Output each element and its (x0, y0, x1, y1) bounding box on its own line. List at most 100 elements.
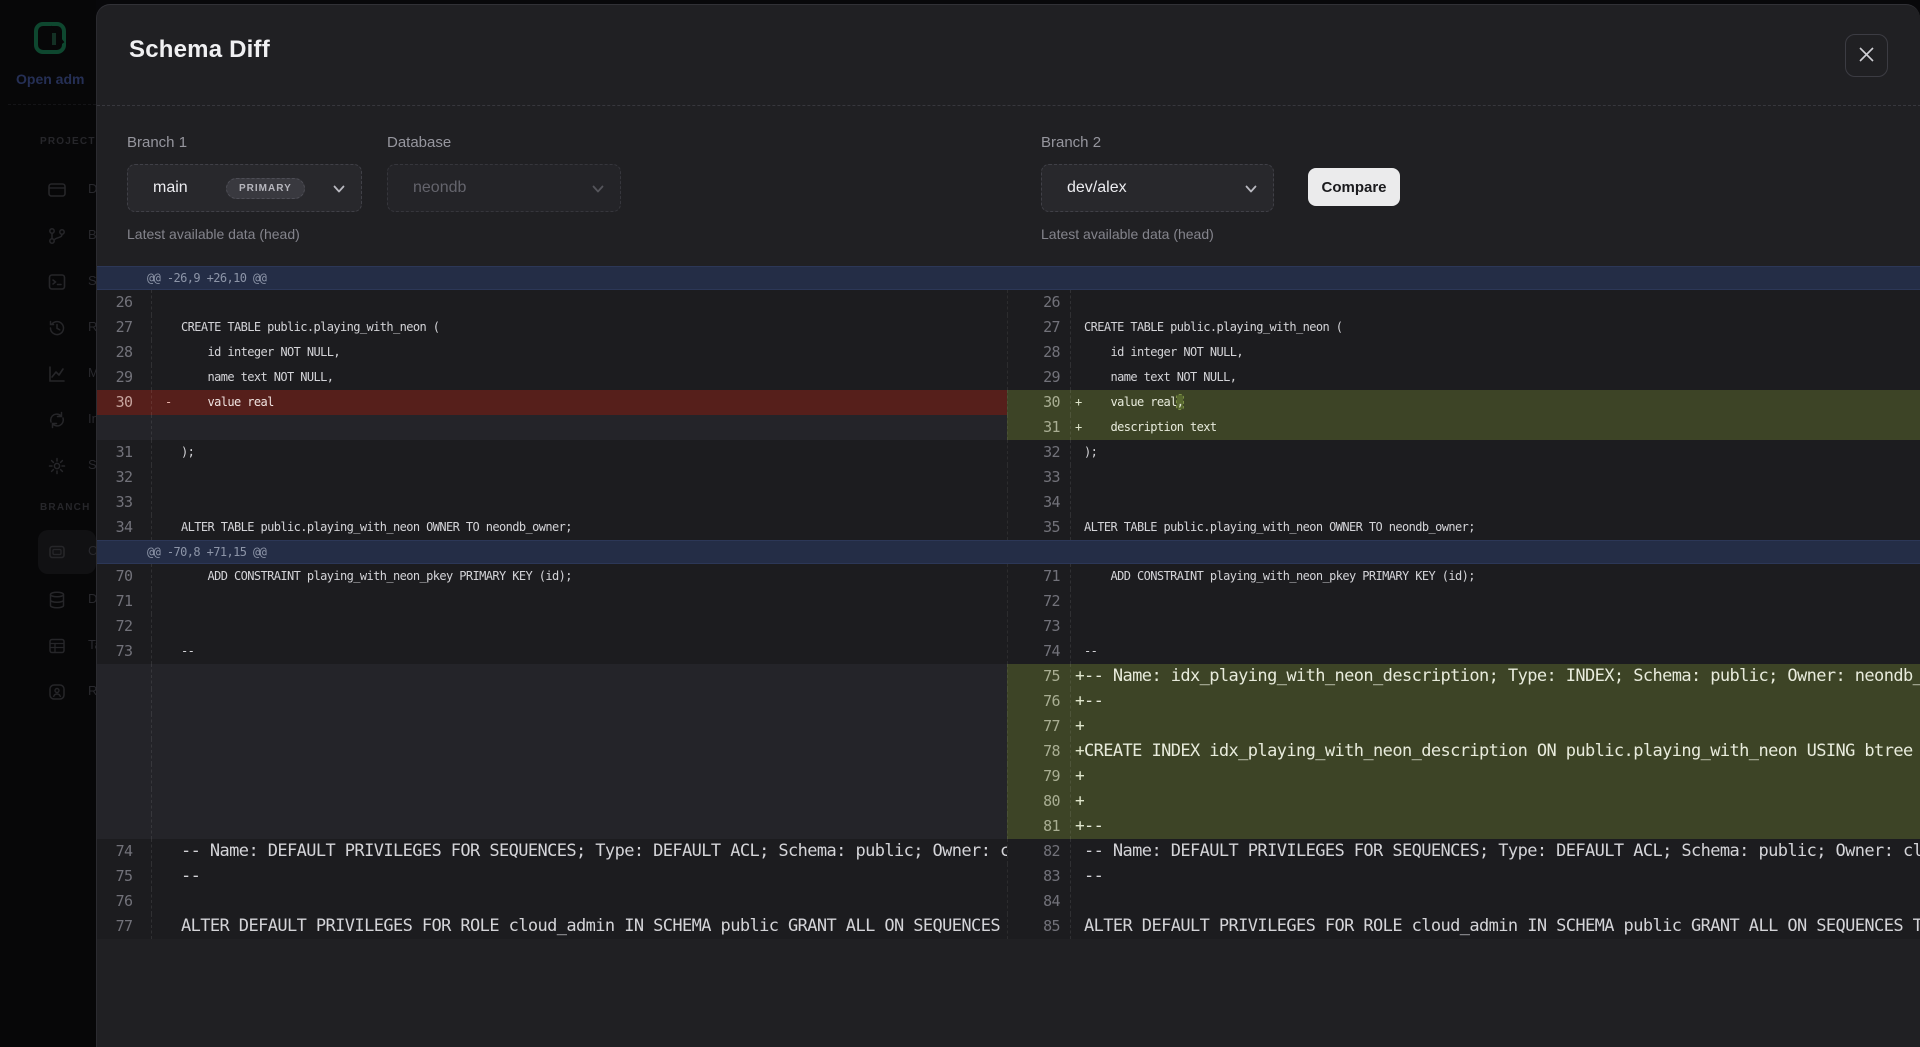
sidebar-item-sql-editor[interactable]: SQL Editor (0, 259, 96, 305)
line-number-cell (97, 739, 151, 764)
line-number-cell: 73 (1007, 614, 1070, 639)
sidebar-item-label: Tables (88, 637, 96, 652)
diff-row: 81+-- (97, 814, 1920, 839)
code-line: ALTER DEFAULT PRIVILEGES FOR ROLE cloud_… (1084, 914, 1920, 939)
line-number-cell: 32 (97, 465, 151, 490)
code-line: ADD CONSTRAINT playing_with_neon_pkey PR… (1084, 564, 1920, 589)
code-line (1084, 889, 1920, 914)
diff-marker (151, 415, 181, 440)
code-line: CREATE TABLE public.playing_with_neon ( (181, 315, 1007, 340)
line-number-cell: 73 (97, 639, 151, 664)
code-line: name text NOT NULL, (181, 365, 1007, 390)
code-line: ); (181, 440, 1007, 465)
line-number-cell (97, 689, 151, 714)
diff-row: 70 ADD CONSTRAINT playing_with_neon_pkey… (97, 564, 1920, 589)
branch2-label: Branch 2 (1041, 134, 1101, 151)
neon-logo[interactable] (34, 22, 66, 54)
sidebar-item-tables[interactable]: Tables (0, 623, 96, 669)
monitoring-icon (47, 364, 67, 384)
sidebar-item-branches[interactable]: Branches (0, 213, 96, 259)
diff-marker (151, 764, 181, 789)
diff-row: 31);32); (97, 440, 1920, 465)
schema-diff-viewer[interactable]: @@ -26,9 +26,10 @@262627CREATE TABLE pub… (97, 266, 1920, 939)
sidebar-item-dashboard[interactable]: Dashboard (0, 167, 96, 213)
line-number-cell: 30 (97, 390, 151, 415)
sidebar-item-monitoring[interactable]: Monitoring (0, 351, 96, 397)
code-line: id integer NOT NULL, (181, 340, 1007, 365)
line-number-cell (97, 789, 151, 814)
open-admin-link[interactable]: Open adm (16, 71, 84, 87)
hunk-header: @@ -70,8 +71,15 @@ (97, 540, 1920, 564)
diff-marker (1070, 864, 1084, 889)
line-number-cell: 74 (97, 839, 151, 864)
line-number-cell: 27 (1007, 315, 1070, 340)
line-number-cell: 34 (1007, 490, 1070, 515)
line-number-cell: 26 (97, 290, 151, 315)
diff-marker (1070, 490, 1084, 515)
code-line (181, 689, 1007, 714)
line-number-cell: 74 (1007, 639, 1070, 664)
line-number-cell: 70 (97, 564, 151, 589)
sidebar-item-restore[interactable]: Restore (0, 305, 96, 351)
line-number-cell: 33 (97, 490, 151, 515)
settings-icon (47, 456, 67, 476)
sidebar-item-computes[interactable]: Computes (0, 529, 96, 575)
sidebar-item-label: Roles (88, 683, 96, 698)
diff-marker (1070, 365, 1084, 390)
code-line: value real, (1084, 390, 1920, 415)
diff-marker (1070, 564, 1084, 589)
diff-marker (151, 664, 181, 689)
sidebar-item-label: Settings (88, 457, 96, 472)
code-line (1084, 589, 1920, 614)
code-line (1084, 789, 1920, 814)
line-number-cell: 83 (1007, 864, 1070, 889)
branch2-select[interactable]: dev/alex (1041, 164, 1274, 212)
code-line: ); (1084, 440, 1920, 465)
roles-icon (47, 682, 67, 702)
branch1-select[interactable]: main PRIMARY (127, 164, 362, 212)
sidebar-item-settings[interactable]: Settings (0, 443, 96, 489)
sidebar: Open adm PROJECTDashboardBranchesSQL Edi… (0, 0, 96, 1047)
line-number-cell: 77 (1007, 714, 1070, 739)
code-line (1084, 614, 1920, 639)
code-line: description text (1084, 415, 1920, 440)
diff-marker: + (1070, 390, 1084, 415)
line-number-cell: 33 (1007, 465, 1070, 490)
line-number-cell: 35 (1007, 515, 1070, 540)
diff-marker (151, 814, 181, 839)
diff-marker (1070, 614, 1084, 639)
line-number-cell: 28 (1007, 340, 1070, 365)
sidebar-item-label: Databases (88, 591, 96, 606)
diff-row: 29 name text NOT NULL,29 name text NOT N… (97, 365, 1920, 390)
line-number-cell: 29 (97, 365, 151, 390)
tables-icon (47, 636, 67, 656)
sidebar-item-roles[interactable]: Roles (0, 669, 96, 715)
diff-row: 75--83-- (97, 864, 1920, 889)
sidebar-item-integrations[interactable]: Integrations (0, 397, 96, 443)
line-number-cell: 29 (1007, 365, 1070, 390)
code-line: -- (1084, 814, 1920, 839)
diff-marker (151, 340, 181, 365)
diff-marker (1070, 889, 1084, 914)
database-select[interactable]: neondb (387, 164, 621, 212)
diff-marker (151, 639, 181, 664)
close-button[interactable] (1845, 34, 1888, 77)
diff-row: 32 33 (97, 465, 1920, 490)
integrations-icon (47, 410, 67, 430)
diff-marker (151, 839, 181, 864)
sidebar-item-databases[interactable]: Databases (0, 577, 96, 623)
branch1-label: Branch 1 (127, 134, 187, 151)
diff-marker (1070, 340, 1084, 365)
chevron-down-icon (332, 182, 346, 196)
diff-marker (151, 465, 181, 490)
close-icon (1858, 46, 1875, 66)
sidebar-item-label: Monitoring (88, 365, 96, 380)
line-number-cell: 81 (1007, 814, 1070, 839)
line-number-cell (97, 764, 151, 789)
line-number-cell: 79 (1007, 764, 1070, 789)
diff-marker: + (1070, 714, 1084, 739)
code-line (181, 589, 1007, 614)
sidebar-item-label: Restore (88, 319, 96, 334)
compare-button[interactable]: Compare (1308, 168, 1400, 206)
line-number-cell: 85 (1007, 914, 1070, 939)
